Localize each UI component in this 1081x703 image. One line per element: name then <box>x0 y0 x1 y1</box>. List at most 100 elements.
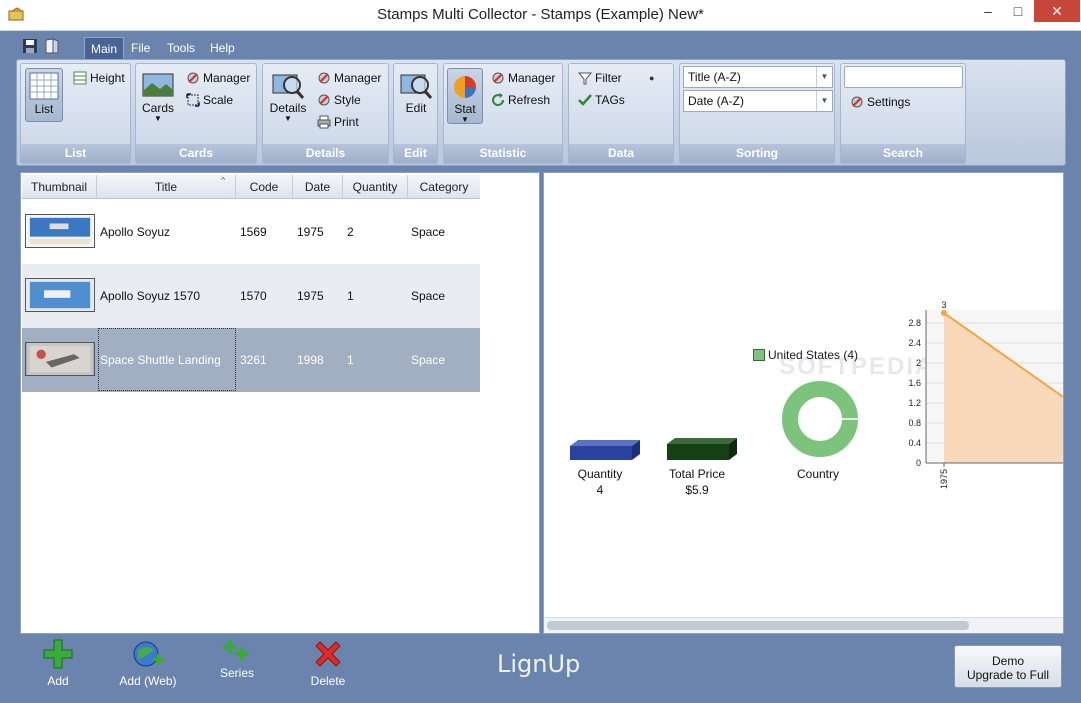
plus-icon <box>43 639 73 669</box>
menu-help[interactable]: Help <box>204 37 241 59</box>
group-search-label: Search <box>841 144 965 163</box>
group-cards: Cards ▼ Manager Scale Cards <box>135 63 257 164</box>
stat-button[interactable]: Stat ▼ <box>447 68 483 124</box>
x-tick-label: 1975 <box>939 469 949 489</box>
scale-button[interactable]: Scale <box>186 91 233 109</box>
series-plus-icon <box>223 640 249 661</box>
cell-category: Space <box>411 225 446 239</box>
group-details: Details ▼ Manager Style Print Details <box>262 63 389 164</box>
cell-title: Apollo Soyuz <box>100 225 171 239</box>
cell-date: 1975 <box>297 289 324 303</box>
refresh-icon <box>492 93 505 107</box>
details-dropdown-icon: ▼ <box>284 114 292 123</box>
y-tick-label: 1.6 <box>908 378 921 388</box>
list-button[interactable]: List <box>25 68 63 122</box>
column-title[interactable]: Title ^ <box>97 175 236 199</box>
group-statistic-label: Statistic <box>444 144 562 163</box>
demo-label: Demo <box>991 654 1024 668</box>
menu-main[interactable]: Main <box>84 37 125 59</box>
open-book-icon[interactable] <box>44 38 60 54</box>
cards-dropdown-icon: ▼ <box>154 114 162 123</box>
column-quantity[interactable]: Quantity <box>343 175 408 199</box>
lignup-logo: LignUp <box>497 650 581 678</box>
cell-quantity: 1 <box>347 353 354 367</box>
menu-file[interactable]: File <box>125 37 156 59</box>
height-label: Height <box>90 71 125 85</box>
print-button[interactable]: Print <box>317 113 359 131</box>
chevron-down-icon: ▼ <box>816 91 832 111</box>
list-grid-icon <box>29 72 59 100</box>
print-label: Print <box>334 115 359 129</box>
scale-label: Scale <box>203 93 234 107</box>
height-icon <box>73 71 87 85</box>
quantity-label: Quantity <box>577 467 623 481</box>
stat-manager-button[interactable]: Manager <box>491 69 555 87</box>
cards-manager-button[interactable]: Manager <box>186 69 250 87</box>
year-area-chart: 0 0.4 0.8 1.2 1.6 2 2.4 2.8 3 1975 <box>908 300 1063 489</box>
close-button[interactable]: ✕ <box>1034 0 1080 22</box>
details-manager-button[interactable]: Manager <box>317 69 381 87</box>
scrollbar-thumb[interactable] <box>547 621 969 630</box>
minimize-button[interactable]: – <box>974 0 1002 22</box>
add-web-button[interactable]: Add (Web) <box>113 638 183 688</box>
column-thumbnail[interactable]: Thumbnail <box>22 175 97 199</box>
search-input[interactable] <box>844 66 963 88</box>
legend-swatch <box>753 349 765 361</box>
group-sorting: Title (A-Z) ▼ Date (A-Z) ▼ Sorting <box>679 63 835 164</box>
sort-primary-select[interactable]: Title (A-Z) ▼ <box>683 66 833 88</box>
delete-label: Delete <box>310 674 346 688</box>
tags-button[interactable]: TAGs <box>578 91 625 109</box>
column-code[interactable]: Code <box>236 175 293 199</box>
save-icon[interactable] <box>22 38 38 54</box>
cell-date: 1975 <box>297 225 324 239</box>
details-manager-label: Manager <box>334 71 382 85</box>
group-edit-label: Edit <box>394 144 437 163</box>
total-price-label: Total Price <box>668 467 726 481</box>
stat-chart-icon <box>454 76 476 98</box>
table-row[interactable]: Apollo Soyuz 1570 1570 1975 1 Space <box>22 264 480 328</box>
height-button[interactable]: Height <box>73 69 125 87</box>
stamp-thumbnail-icon <box>25 342 95 376</box>
legend-label: United States (4) <box>768 348 859 362</box>
magnifier-image-icon <box>272 74 304 99</box>
group-list-label: List <box>21 144 130 163</box>
wrench-icon <box>492 72 504 84</box>
maximize-button[interactable]: □ <box>1004 0 1032 22</box>
settings-label: Settings <box>867 95 911 109</box>
filter-indicator: ● <box>649 73 655 83</box>
delete-button[interactable]: Delete <box>303 638 353 688</box>
y-tick-label: 2.8 <box>908 318 921 328</box>
filter-button[interactable]: Filter <box>578 69 622 87</box>
menu-tools[interactable]: Tools <box>161 37 201 59</box>
wrench-icon <box>318 72 330 84</box>
cell-code: 3261 <box>240 353 267 367</box>
sort-primary-value: Title (A-Z) <box>688 70 741 84</box>
series-button[interactable]: Series <box>212 638 262 680</box>
delete-x-icon <box>315 641 341 667</box>
settings-icon <box>851 96 863 108</box>
refresh-button[interactable]: Refresh <box>491 91 550 109</box>
total-price-value: $5.9 <box>685 483 709 497</box>
table-row[interactable]: Apollo Soyuz 1569 1975 2 Space <box>22 200 480 264</box>
style-button[interactable]: Style <box>317 91 361 109</box>
cards-manager-label: Manager <box>203 71 251 85</box>
sort-secondary-select[interactable]: Date (A-Z) ▼ <box>683 90 833 112</box>
details-button[interactable]: Details ▼ <box>266 68 310 123</box>
country-label: Country <box>796 467 840 481</box>
menu-bar: Main File Tools Help <box>16 34 1066 60</box>
horizontal-scrollbar[interactable] <box>544 617 1063 633</box>
edit-button[interactable]: Edit <box>396 68 436 122</box>
column-category[interactable]: Category <box>408 175 480 199</box>
add-button[interactable]: Add <box>33 638 83 688</box>
group-data-label: Data <box>569 144 673 163</box>
cell-date: 1998 <box>297 353 324 367</box>
cards-image-icon <box>142 73 174 97</box>
settings-button[interactable]: Settings <box>850 93 910 111</box>
wrench-icon <box>187 72 199 84</box>
table-row-selected[interactable]: Space Shuttle Landing 3261 1998 1 Space <box>22 328 480 392</box>
cards-button[interactable]: Cards ▼ <box>138 68 178 123</box>
upgrade-button[interactable]: Demo Upgrade to Full <box>954 645 1062 688</box>
y-tick-label: 2 <box>916 358 921 368</box>
column-date[interactable]: Date <box>293 175 343 199</box>
y-tick-label: 0.8 <box>908 418 921 428</box>
